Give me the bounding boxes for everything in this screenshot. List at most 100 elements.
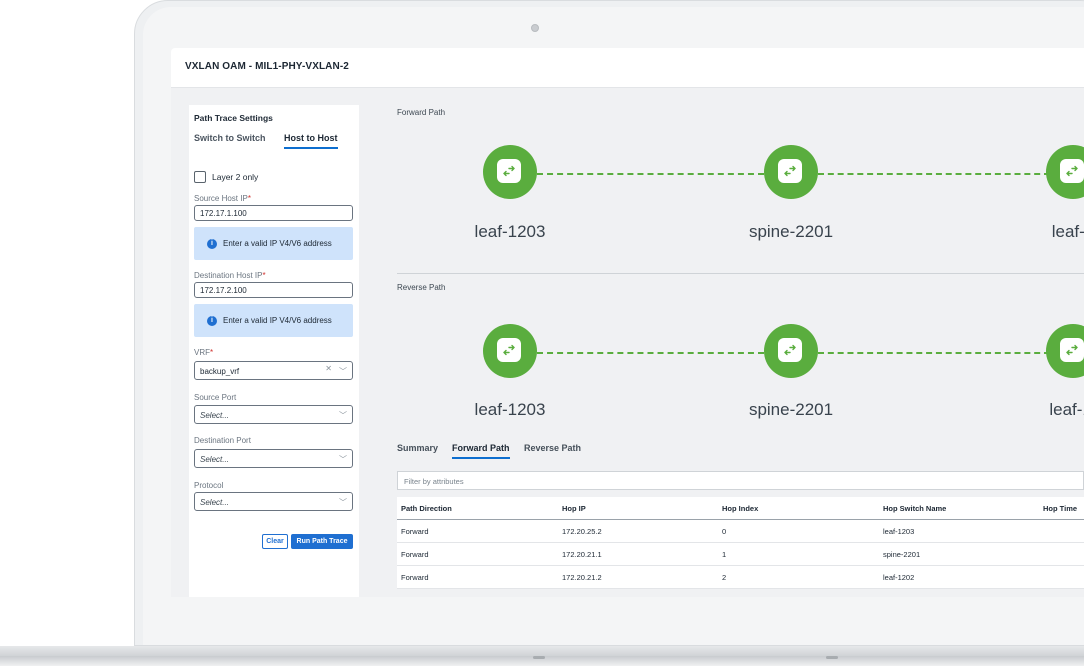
run-path-trace-button[interactable]: Run Path Trace [291, 534, 353, 549]
app-header: VXLAN OAM - MIL1-PHY-VXLAN-2 [171, 48, 1084, 88]
clear-button[interactable]: Clear [262, 534, 288, 549]
vrf-label: VRF* [194, 348, 213, 357]
table-row[interactable]: Forward 172.20.25.2 0 leaf-1203 [397, 520, 1084, 543]
forward-link [537, 173, 764, 175]
layer2-only-checkbox[interactable] [194, 171, 206, 183]
forward-node-leaf-1203[interactable] [483, 145, 537, 199]
destination-port-select[interactable]: Select... ﹀ [194, 449, 353, 468]
destination-ip-hint-text: Enter a valid IP V4/V6 address [223, 316, 332, 325]
column-header[interactable]: Hop IP [562, 504, 586, 513]
required-marker: * [210, 348, 214, 357]
protocol-placeholder: Select... [200, 498, 229, 507]
table-cell: 172.20.25.2 [562, 527, 602, 536]
path-trace-settings-panel: Path Trace Settings Switch to Switch Hos… [189, 105, 359, 597]
protocol-label: Protocol [194, 481, 224, 490]
settings-title: Path Trace Settings [194, 113, 273, 123]
forward-node-label: spine-2201 [748, 222, 834, 241]
source-port-label: Source Port [194, 393, 237, 402]
source-host-ip-label-text: Source Host IP [194, 194, 248, 203]
table-cell: spine-2201 [883, 550, 921, 559]
layer2-only-row[interactable]: Layer 2 only [194, 171, 258, 183]
destination-host-ip-label: Destination Host IP* [194, 271, 266, 280]
forward-path-label: Forward Path [397, 108, 446, 117]
tab-switch-to-switch[interactable]: Switch to Switch [194, 133, 266, 143]
reverse-node-label: leaf-1203 [474, 400, 546, 419]
source-port-placeholder: Select... [200, 411, 229, 420]
tab-forward-path[interactable]: Forward Path [452, 443, 510, 459]
laptop-base [0, 646, 1084, 666]
info-icon: i [207, 315, 217, 326]
vrf-select[interactable]: backup_vrf ✕ ﹀ [194, 361, 353, 380]
switch-arrows-icon [1060, 338, 1084, 362]
table-cell: 172.20.21.1 [562, 550, 602, 559]
table-cell: Forward [401, 550, 429, 559]
destination-host-ip-label-text: Destination Host IP [194, 271, 263, 280]
app-screen: VXLAN OAM - MIL1-PHY-VXLAN-2 Path Trace … [171, 48, 1084, 597]
required-marker: * [247, 194, 251, 203]
column-header[interactable]: Path Direction [401, 504, 452, 513]
table-cell: 172.20.21.2 [562, 573, 602, 582]
table-cell: leaf-1202 [883, 573, 915, 582]
tab-host-to-host[interactable]: Host to Host [284, 133, 338, 149]
table-cell: Forward [401, 573, 429, 582]
table-cell: Forward [401, 527, 429, 536]
switch-arrows-icon [778, 159, 802, 183]
info-icon: i [207, 238, 217, 249]
destination-ip-hint: i Enter a valid IP V4/V6 address [194, 304, 353, 337]
reverse-node-spine-2201[interactable] [764, 324, 818, 378]
hop-table: Path Direction Hop IP Hop Index Hop Swit… [397, 497, 1084, 589]
source-ip-hint: i Enter a valid IP V4/V6 address [194, 227, 353, 260]
required-marker: * [262, 271, 266, 280]
section-divider [397, 273, 1084, 274]
reverse-link [537, 352, 764, 354]
table-cell: leaf-1203 [883, 527, 915, 536]
source-port-select[interactable]: Select... ﹀ [194, 405, 353, 424]
forward-node-label: leaf-1 [1051, 222, 1084, 241]
table-row[interactable]: Forward 172.20.21.1 1 spine-2201 [397, 543, 1084, 566]
switch-arrows-icon [497, 159, 521, 183]
switch-arrows-icon [778, 338, 802, 362]
column-header[interactable]: Hop Time [1043, 504, 1077, 513]
reverse-node-label: spine-2201 [748, 400, 834, 419]
table-row[interactable]: Forward 172.20.21.2 2 leaf-1202 [397, 566, 1084, 589]
filter-input[interactable]: Filter by attributes [397, 471, 1084, 490]
page-title: VXLAN OAM - MIL1-PHY-VXLAN-2 [185, 61, 349, 72]
layer2-only-label: Layer 2 only [212, 172, 259, 182]
tab-reverse-path[interactable]: Reverse Path [524, 443, 581, 453]
chevron-down-icon[interactable]: ﹀ [339, 497, 347, 508]
switch-arrows-icon [497, 338, 521, 362]
protocol-select[interactable]: Select... ﹀ [194, 492, 353, 511]
table-cell: 0 [722, 527, 727, 536]
reverse-node-leaf-1[interactable] [1046, 324, 1084, 378]
reverse-node-label: leaf-1: [1049, 400, 1084, 419]
laptop-foot [826, 656, 838, 659]
laptop-base-top [0, 646, 1084, 656]
table-cell: 1 [722, 550, 727, 559]
table-header-row: Path Direction Hop IP Hop Index Hop Swit… [397, 497, 1084, 520]
destination-host-ip-input[interactable]: 172.17.2.100 [194, 282, 353, 298]
chevron-down-icon[interactable]: ﹀ [339, 366, 347, 377]
source-host-ip-input[interactable]: 172.17.1.100 [194, 205, 353, 221]
forward-node-leaf-1[interactable] [1046, 145, 1084, 199]
camera-icon [531, 24, 539, 32]
forward-node-spine-2201[interactable] [764, 145, 818, 199]
laptop-foot [533, 656, 545, 659]
chevron-down-icon[interactable]: ﹀ [339, 454, 347, 465]
forward-link [818, 173, 1050, 175]
reverse-path-label: Reverse Path [397, 283, 446, 292]
reverse-node-leaf-1203[interactable] [483, 324, 537, 378]
tab-summary[interactable]: Summary [397, 443, 438, 453]
destination-port-label: Destination Port [194, 436, 251, 445]
reverse-link [818, 352, 1050, 354]
vrf-select-value: backup_vrf [200, 367, 240, 376]
chevron-down-icon[interactable]: ﹀ [339, 410, 347, 421]
source-host-ip-label: Source Host IP* [194, 194, 251, 203]
column-header[interactable]: Hop Index [722, 504, 758, 513]
source-ip-hint-text: Enter a valid IP V4/V6 address [223, 239, 332, 248]
table-cell: 2 [722, 573, 727, 582]
switch-arrows-icon [1060, 159, 1084, 183]
destination-port-placeholder: Select... [200, 455, 229, 464]
clear-x-icon[interactable]: ✕ [325, 364, 332, 373]
column-header[interactable]: Hop Switch Name [883, 504, 946, 513]
forward-node-label: leaf-1203 [474, 222, 546, 241]
